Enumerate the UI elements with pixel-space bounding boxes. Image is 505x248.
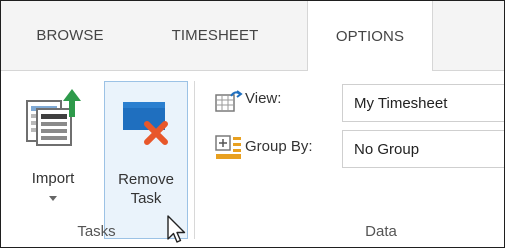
view-icon (215, 90, 243, 112)
view-value: My Timesheet (354, 94, 448, 112)
import-icon (26, 89, 81, 146)
ribbon-window: BROWSE TIMESHEET OPTIONS Import Remove T… (0, 0, 505, 248)
group-by-value: No Group (354, 140, 420, 158)
group-by-label: Group By: (245, 138, 313, 155)
remove-task-label-line1: Remove (118, 171, 174, 188)
group-by-dropdown[interactable]: No Group (342, 130, 504, 168)
tab-browse[interactable]: BROWSE (15, 1, 125, 70)
ribbon-body: Import Remove Task Tasks View: My Timesh… (1, 71, 504, 247)
data-group-label: Data (365, 223, 397, 240)
tasks-group-label: Tasks (77, 223, 116, 240)
view-dropdown[interactable]: My Timesheet (342, 84, 504, 122)
group-separator (194, 81, 195, 239)
view-label: View: (245, 90, 282, 107)
import-button[interactable]: Import (5, 81, 101, 239)
remove-task-label-line2: Task (130, 190, 162, 207)
ribbon-tab-strip: BROWSE TIMESHEET OPTIONS (1, 1, 504, 71)
chevron-down-icon (49, 196, 57, 201)
remove-task-icon (123, 102, 168, 145)
import-label: Import (31, 170, 75, 187)
tab-options[interactable]: OPTIONS (307, 1, 433, 71)
tab-timesheet[interactable]: TIMESHEET (125, 1, 305, 70)
group-by-icon (215, 135, 241, 159)
